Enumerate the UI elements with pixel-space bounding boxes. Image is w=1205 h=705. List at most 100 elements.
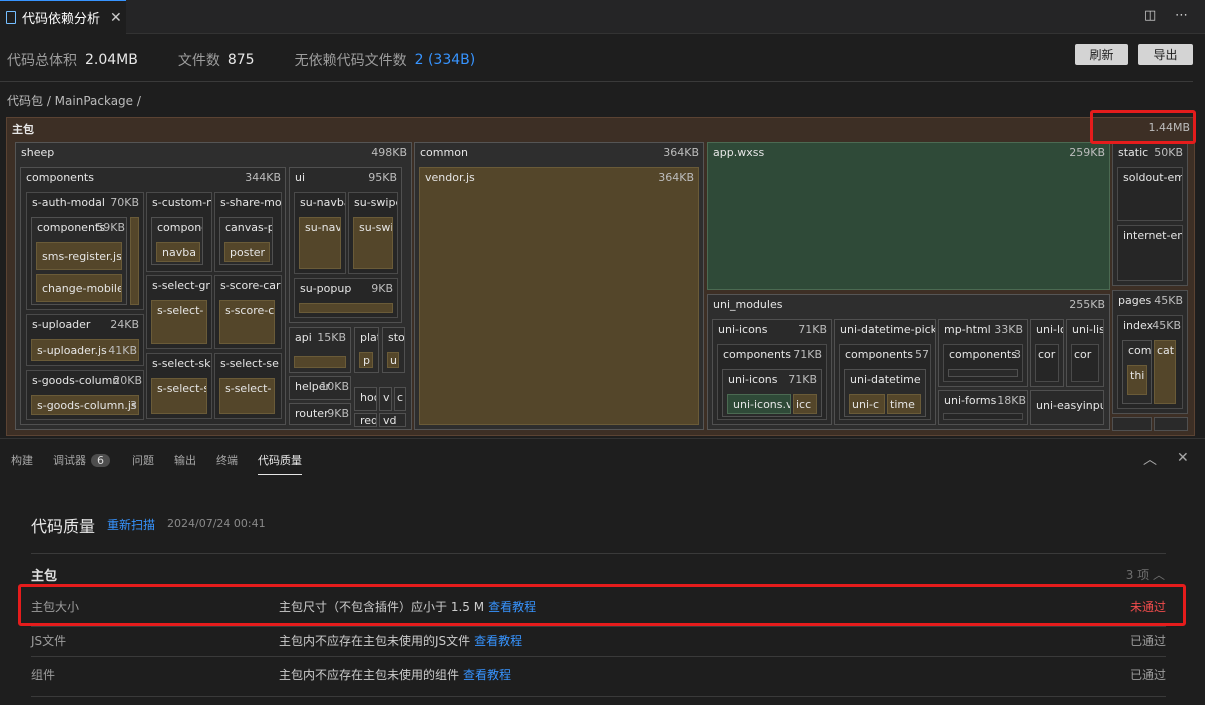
tutorial-link[interactable]: 查看教程 bbox=[463, 668, 511, 682]
treemap-node-uni-modules[interactable]: uni_modules 255KB uni-icons 71KB compone… bbox=[707, 294, 1110, 430]
section-count-toggle[interactable]: 3 项 ︿ bbox=[1126, 566, 1165, 583]
treemap-leaf-s-goods-column-js[interactable]: s-goods-column.js 3 bbox=[31, 395, 139, 415]
treemap-node-s-custom-navbar[interactable]: s-custom-n compone navba bbox=[146, 192, 212, 272]
treemap-node-internet-empty[interactable]: internet-em bbox=[1117, 225, 1183, 281]
treemap-node-platform[interactable]: plat p bbox=[354, 327, 379, 373]
treemap-node-canvas-poster[interactable]: canvas-p poster bbox=[219, 217, 273, 265]
treemap-node-ui[interactable]: ui 95KB su-navba su-nav su-swipe su-swi … bbox=[289, 167, 402, 323]
treemap-node-s-auth-modal[interactable]: s-auth-modal 70KB components 59KB sms-re… bbox=[26, 192, 144, 310]
treemap-leaf-change-mobile[interactable]: change-mobile bbox=[36, 274, 122, 302]
treemap-leaf-poster[interactable]: poster bbox=[224, 242, 270, 262]
treemap-node-uni-load-more[interactable]: uni-lo cor bbox=[1030, 319, 1064, 387]
tab-problems[interactable]: 问题 bbox=[132, 452, 154, 468]
treemap-leaf-su-navbar[interactable]: su-nav bbox=[299, 217, 341, 269]
treemap-node-s-uploader[interactable]: s-uploader 24KB s-uploader.js 41KB bbox=[26, 314, 144, 366]
tutorial-link[interactable]: 查看教程 bbox=[474, 634, 522, 648]
treemap-leaf-score-card[interactable]: s-score-c bbox=[219, 300, 275, 344]
treemap-node-c[interactable]: c bbox=[394, 387, 406, 411]
more-actions-icon[interactable]: ⋯ bbox=[1175, 8, 1188, 23]
treemap-node-router[interactable]: router 9KB bbox=[289, 403, 351, 425]
treemap-node-helper[interactable]: helper 10KB bbox=[289, 376, 351, 400]
treemap-node-small-1[interactable] bbox=[1112, 417, 1152, 431]
tab-terminal[interactable]: 终端 bbox=[216, 452, 238, 468]
treemap-node-datetime-inner[interactable]: uni-datetime uni-c time bbox=[844, 369, 926, 417]
treemap-node-mp-html-components[interactable]: components 3 bbox=[943, 344, 1023, 382]
treemap-node-su-popup[interactable]: su-popup 9KB bbox=[294, 278, 398, 318]
treemap-node-s-select-group[interactable]: s-select-gr s-select- bbox=[146, 275, 212, 349]
treemap-leaf-navbar[interactable]: navba bbox=[156, 242, 200, 262]
treemap-leaf-su-popup[interactable] bbox=[299, 303, 393, 313]
treemap-node-pages[interactable]: pages 45KB index 45KB comp thi cat bbox=[1112, 290, 1188, 414]
treemap-node-mp-html[interactable]: mp-html 33KB components 3 bbox=[938, 319, 1028, 387]
treemap-node-auth-components[interactable]: components 59KB sms-register.js change-m… bbox=[31, 217, 127, 305]
treemap-leaf-thi[interactable]: thi bbox=[1127, 365, 1147, 395]
treemap-node-su-swiper[interactable]: su-swipe su-swi bbox=[348, 192, 398, 274]
treemap-node-static[interactable]: static 50KB soldout-em internet-em bbox=[1112, 142, 1188, 286]
treemap-leaf-select-group[interactable]: s-select- bbox=[151, 300, 207, 344]
tab-output[interactable]: 输出 bbox=[174, 452, 196, 468]
treemap-leaf-platform[interactable]: p bbox=[359, 352, 373, 368]
treemap-leaf-auth-small[interactable] bbox=[130, 217, 139, 305]
treemap-node-s-goods-column[interactable]: s-goods-column 20KB s-goods-column.js 3 bbox=[26, 370, 144, 420]
treemap-node-datetime-components[interactable]: components 57 uni-datetime uni-c time bbox=[839, 344, 931, 420]
split-editor-icon[interactable]: ◫ bbox=[1144, 8, 1156, 23]
treemap-leaf-sms-register[interactable]: sms-register.js bbox=[36, 242, 122, 270]
treemap-leaf-api[interactable] bbox=[294, 356, 346, 368]
treemap-node-index[interactable]: index 45KB comp thi cat bbox=[1117, 315, 1183, 409]
unused-files-link[interactable]: 2 (334B) bbox=[415, 52, 476, 68]
treemap-leaf-uni-forms-inner[interactable] bbox=[943, 413, 1023, 420]
export-button[interactable]: 导出 bbox=[1138, 44, 1193, 65]
treemap-node-s-score-card[interactable]: s-score-car s-score-c bbox=[214, 275, 282, 349]
treemap-leaf-select-seckill[interactable]: s-select- bbox=[219, 378, 275, 414]
treemap-node-s-select-seckill[interactable]: s-select-se s-select- bbox=[214, 353, 282, 419]
treemap-leaf-time[interactable]: time bbox=[887, 394, 921, 414]
treemap-node-sheep[interactable]: sheep 498KB components 344KB s-auth-moda… bbox=[15, 142, 412, 430]
close-panel-icon[interactable]: ✕ bbox=[1177, 450, 1189, 466]
treemap-node-uni-lo-components[interactable]: cor bbox=[1035, 344, 1059, 382]
treemap-leaf-vendor-js[interactable]: vendor.js 364KB bbox=[419, 167, 699, 425]
treemap-node-uni-list[interactable]: uni-lis cor bbox=[1066, 319, 1104, 387]
treemap-node-store[interactable]: sto u bbox=[382, 327, 405, 373]
treemap-node-custom-nav-components[interactable]: compone navba bbox=[151, 217, 203, 265]
treemap-leaf-uni-icons-vue[interactable]: uni-icons.v bbox=[727, 394, 791, 414]
treemap-node-s-share-modal[interactable]: s-share-mo canvas-p poster bbox=[214, 192, 282, 272]
treemap-node-uni-list-components[interactable]: cor bbox=[1071, 344, 1099, 382]
treemap-leaf-uni-c[interactable]: uni-c bbox=[849, 394, 885, 414]
treemap-node-uni-icons[interactable]: uni-icons 71KB components 71KB uni-icons… bbox=[712, 319, 832, 425]
treemap-node-small-2[interactable] bbox=[1154, 417, 1188, 431]
collapse-panel-icon[interactable]: ︿ bbox=[1143, 449, 1157, 469]
close-icon[interactable]: ✕ bbox=[110, 10, 122, 26]
treemap-node-uni-icons-inner[interactable]: uni-icons 71KB uni-icons.v icc bbox=[722, 369, 822, 417]
treemap-node-uni-easyinput[interactable]: uni-easyinpu bbox=[1030, 390, 1104, 425]
treemap-leaf-mp-html-inner[interactable] bbox=[948, 369, 1018, 377]
tab-code-dependency-analysis[interactable]: 代码依赖分析 ✕ bbox=[0, 0, 126, 34]
treemap-leaf-su-swiper[interactable]: su-swi bbox=[353, 217, 393, 269]
treemap-node-components[interactable]: components 344KB s-auth-modal 70KB compo… bbox=[20, 167, 286, 425]
treemap-node-soldout-empty[interactable]: soldout-em bbox=[1117, 167, 1183, 221]
treemap-leaf-cat[interactable]: cat bbox=[1154, 340, 1176, 404]
treemap-main-package[interactable]: 主包 1.44MB sheep 498KB components 344KB s… bbox=[6, 117, 1195, 436]
treemap-node-uni-datetime-picker[interactable]: uni-datetime-pick components 57 uni-date… bbox=[834, 319, 936, 425]
treemap-node-v[interactable]: v bbox=[379, 387, 392, 411]
treemap-leaf-select-sku[interactable]: s-select-s bbox=[151, 378, 207, 414]
tab-code-quality[interactable]: 代码质量 bbox=[258, 452, 302, 475]
treemap-leaf-icc[interactable]: icc bbox=[793, 394, 817, 414]
treemap-leaf-app-wxss[interactable]: app.wxss 259KB bbox=[707, 142, 1110, 290]
treemap-node-s-select-sku[interactable]: s-select-sku s-select-s bbox=[146, 353, 212, 419]
breadcrumb[interactable]: 代码包 / MainPackage / bbox=[7, 92, 141, 109]
refresh-button[interactable]: 刷新 bbox=[1075, 44, 1128, 65]
treemap-leaf-s-uploader-js[interactable]: s-uploader.js 41KB bbox=[31, 339, 139, 361]
treemap-node-uni-forms[interactable]: uni-forms 18KB bbox=[938, 390, 1028, 425]
treemap-node-api[interactable]: api 15KB bbox=[289, 327, 351, 373]
treemap-node-req[interactable]: req bbox=[354, 413, 377, 427]
tab-build[interactable]: 构建 bbox=[11, 452, 33, 468]
treemap-node-comp[interactable]: comp thi bbox=[1122, 340, 1152, 404]
treemap-node-uni-icons-components[interactable]: components 71KB uni-icons 71KB uni-icons… bbox=[717, 344, 827, 420]
rescan-link[interactable]: 重新扫描 bbox=[107, 516, 155, 533]
treemap-node-common[interactable]: common 364KB vendor.js 364KB bbox=[414, 142, 704, 430]
treemap-node-hooks[interactable]: hoo bbox=[354, 387, 377, 411]
tab-debugger[interactable]: 调试器 6 bbox=[53, 452, 110, 468]
treemap-leaf-store[interactable]: u bbox=[387, 352, 399, 368]
treemap-node-vd[interactable]: vd bbox=[379, 413, 406, 427]
treemap-node-su-navbar[interactable]: su-navba su-nav bbox=[294, 192, 346, 274]
